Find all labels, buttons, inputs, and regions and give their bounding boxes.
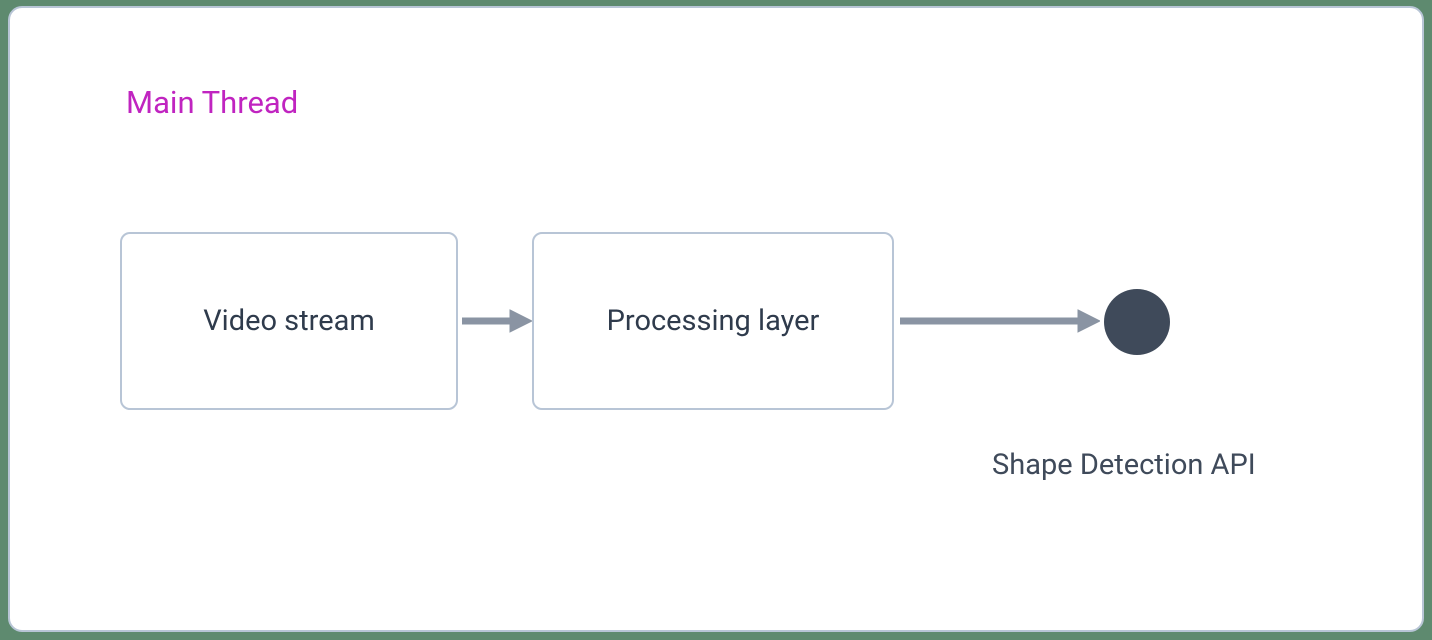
- node-shape-detection-label: Shape Detection API: [992, 448, 1256, 482]
- node-processing-layer: Processing layer: [532, 232, 894, 410]
- arrow-icon: [462, 308, 532, 334]
- diagram-canvas: Main Thread Video stream Processing laye…: [8, 6, 1424, 632]
- node-video-stream: Video stream: [120, 232, 458, 410]
- node-video-stream-label: Video stream: [203, 304, 375, 338]
- node-processing-layer-label: Processing layer: [607, 304, 820, 338]
- section-title: Main Thread: [126, 84, 298, 121]
- node-shape-detection-dot: [1104, 289, 1170, 355]
- arrow-icon: [900, 308, 1100, 334]
